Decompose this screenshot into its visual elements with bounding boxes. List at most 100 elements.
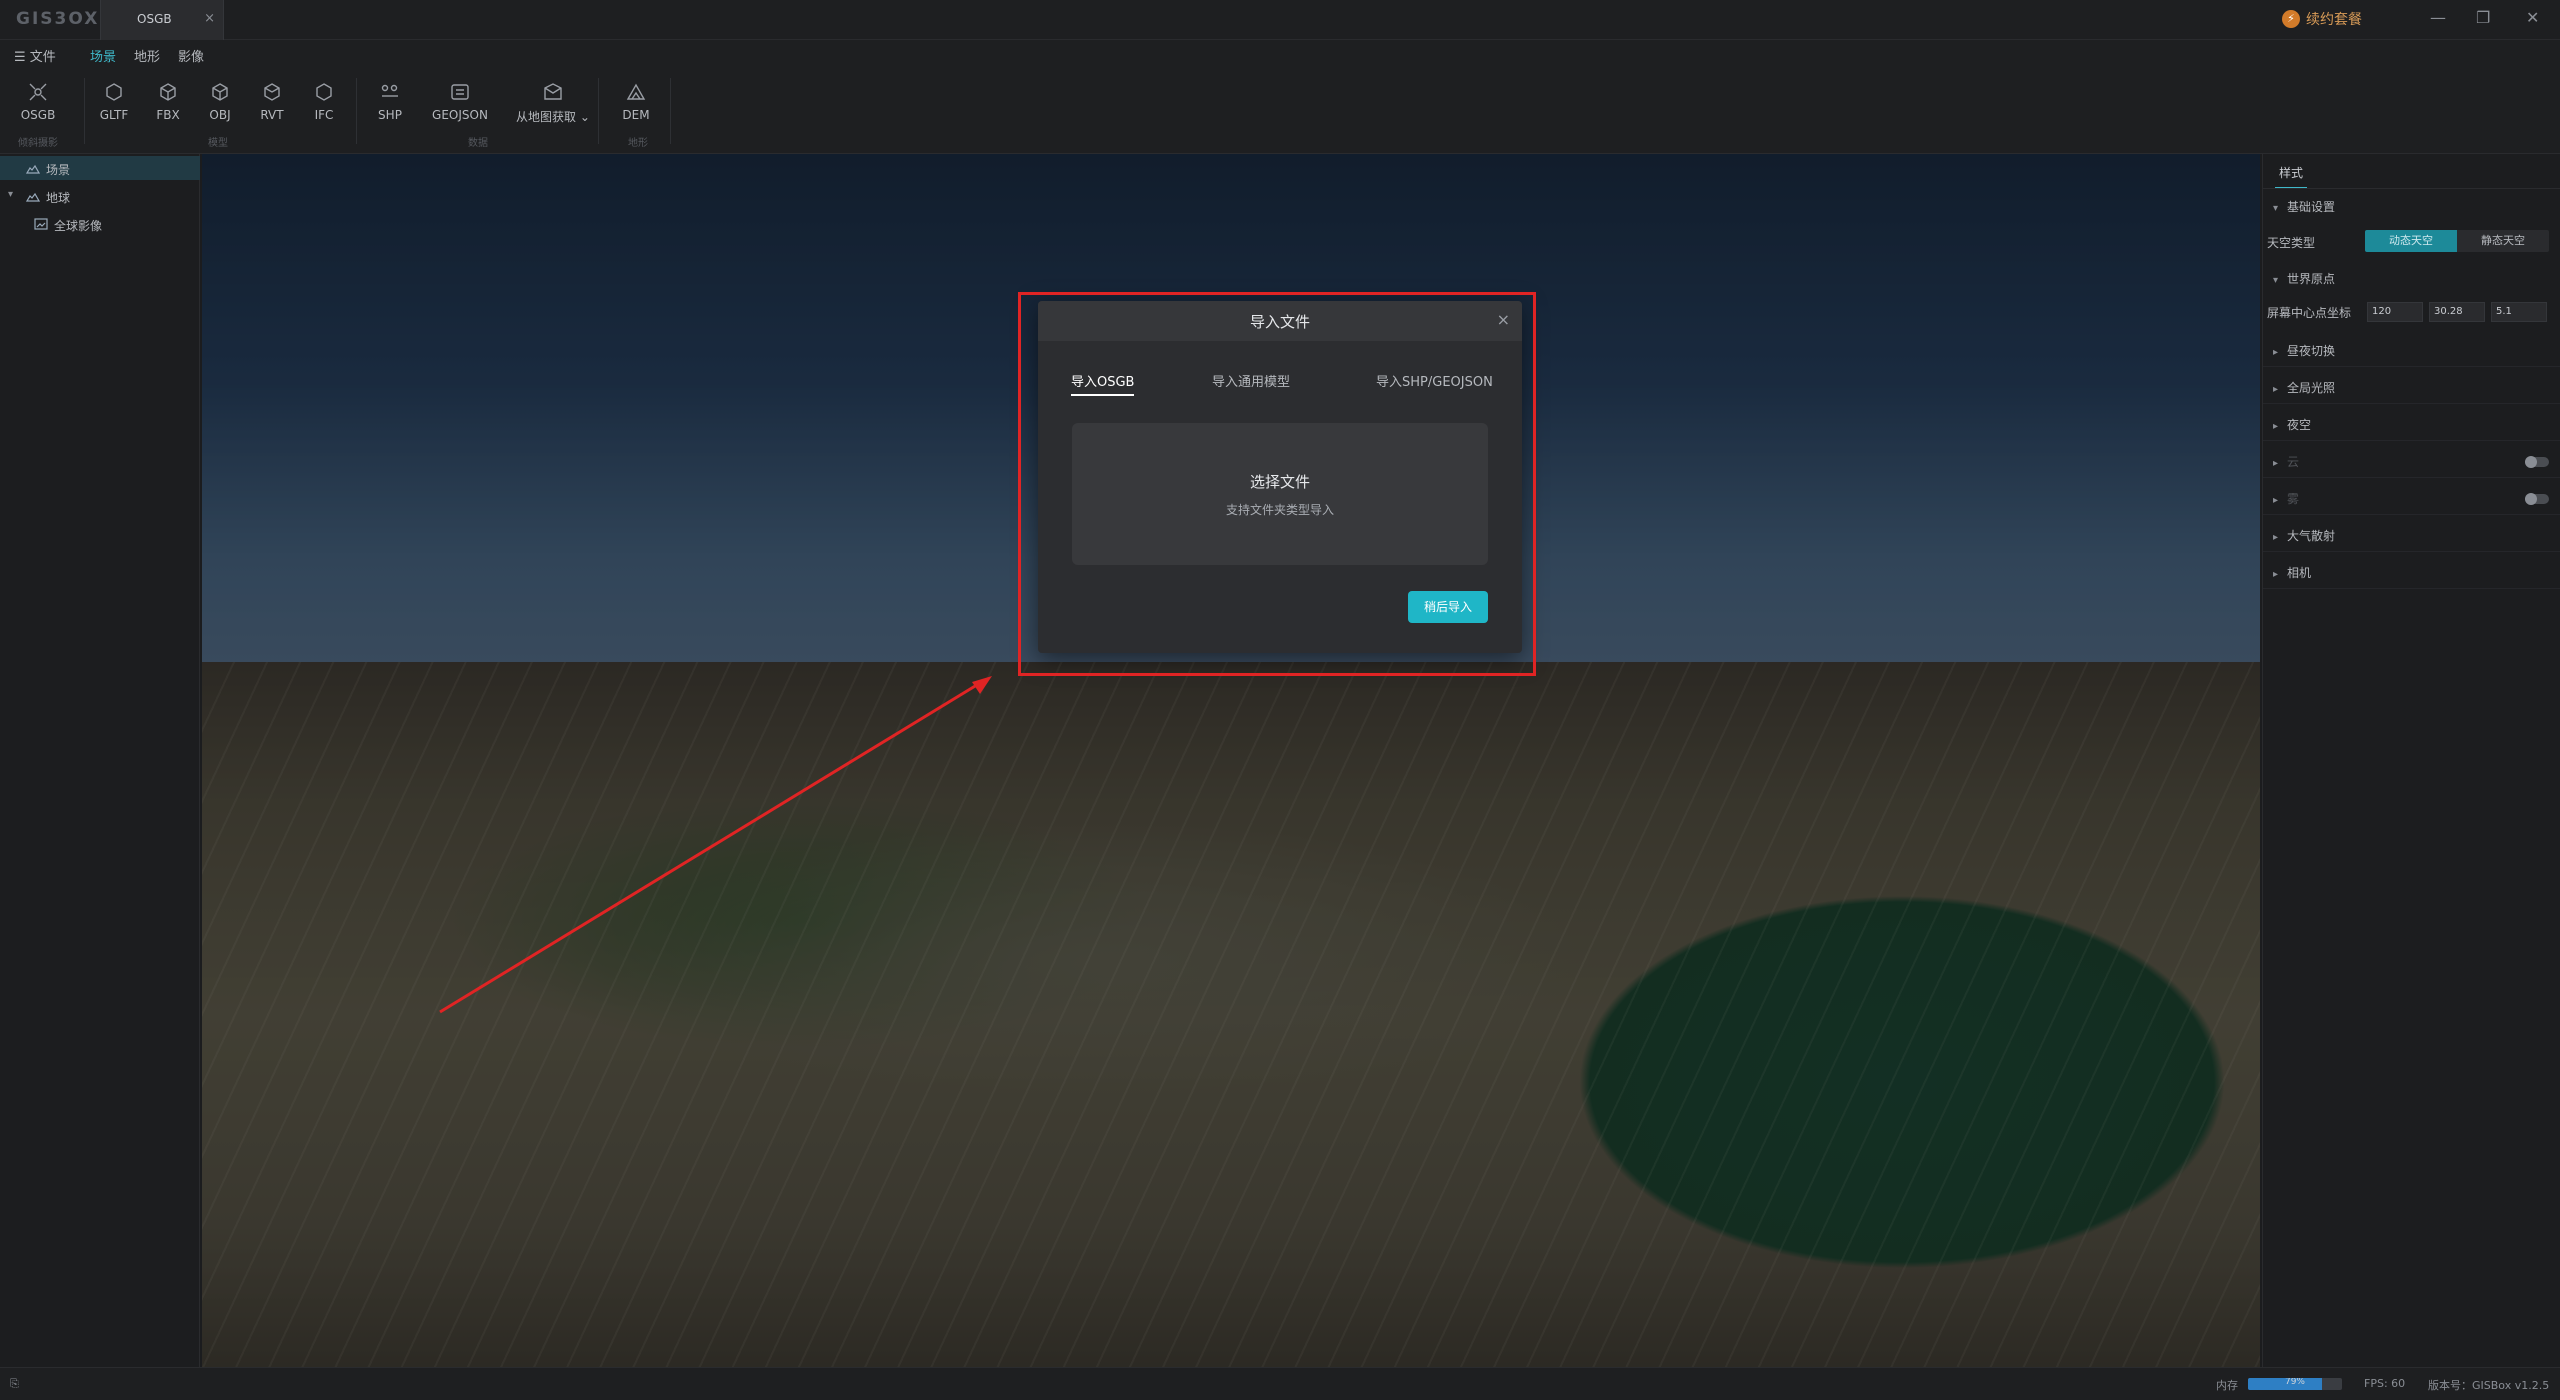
annotation-highlight-box (1018, 292, 1536, 676)
menu-file[interactable]: ☰ 文件 (14, 46, 56, 65)
minimize-icon[interactable]: — (2430, 8, 2446, 27)
section-day-night[interactable]: ▸ 昼夜切换 (2273, 342, 2335, 359)
rvt-button[interactable]: RVT (246, 82, 298, 122)
caret-down-icon: ▾ (2273, 203, 2279, 214)
longitude-input[interactable]: 120 (2367, 302, 2423, 322)
gltf-icon (106, 83, 122, 101)
section-fog[interactable]: ▸ 雾 (2273, 490, 2299, 507)
option-static-sky[interactable]: 静态天空 (2457, 230, 2549, 252)
memory-usage-percent: 79% (2284, 1378, 2305, 1387)
osgb-label: OSGB (20, 108, 56, 122)
caret-right-icon: ▸ (2273, 532, 2279, 543)
option-dynamic-sky[interactable]: 动态天空 (2365, 230, 2457, 252)
imagery-icon (34, 218, 48, 230)
tree-item-global-imagery[interactable]: 全球影像 (0, 212, 200, 236)
ribbon-separator (670, 78, 671, 144)
osgb-icon (29, 83, 47, 101)
close-window-icon[interactable]: ✕ (2526, 8, 2539, 27)
expand-caret-icon[interactable]: ▾ (8, 189, 13, 200)
geojson-button[interactable]: GEOJSON (424, 82, 496, 122)
ribbon-toolbar: OSGB 倾斜摄影 GLTF FBX OBJ RVT IFC 模型 SHP GE… (0, 68, 2560, 154)
shp-label: SHP (378, 108, 402, 122)
sky-type-toggle[interactable]: 动态天空 静态天空 (2365, 230, 2549, 252)
caret-right-icon: ▸ (2273, 421, 2279, 432)
obj-button[interactable]: OBJ (194, 82, 246, 122)
ifc-icon (316, 83, 332, 101)
section-camera[interactable]: ▸ 相机 (2273, 564, 2311, 581)
divider (2263, 477, 2560, 478)
chevron-down-icon: ⌄ (576, 110, 590, 124)
menu-scene[interactable]: 场景 (90, 46, 117, 71)
document-tab[interactable]: OSGB × (100, 0, 224, 40)
section-night-sky[interactable]: ▸ 夜空 (2273, 416, 2311, 433)
status-bar: ⎘ 内存 79% FPS: 60 版本号：GISBox v1.2.5 (0, 1367, 2560, 1400)
caret-down-icon: ▾ (2273, 275, 2279, 286)
divider (2263, 188, 2560, 189)
title-bar: GIS3OX OSGB × ⚡ 续约套餐 — ❐ ✕ (0, 0, 2560, 40)
close-tab-icon[interactable]: × (204, 11, 215, 26)
divider (2263, 588, 2560, 589)
caret-right-icon: ▸ (2273, 569, 2279, 580)
tree-item-earth[interactable]: ▾ 地球 (0, 184, 200, 208)
group-label-data: 数据 (468, 138, 488, 149)
dem-button[interactable]: DEM (610, 82, 662, 122)
caret-right-icon: ▸ (2273, 458, 2279, 469)
osgb-button[interactable]: OSGB (12, 82, 64, 122)
height-input[interactable]: 5.1 (2491, 302, 2547, 322)
shp-button[interactable]: SHP (364, 82, 416, 122)
cloud-toggle[interactable] (2525, 456, 2549, 468)
scene-icon (26, 164, 40, 174)
section-world-origin[interactable]: ▾ 世界原点 (2273, 270, 2335, 287)
rvt-icon (264, 83, 280, 101)
app-logo: GIS3OX (16, 9, 100, 29)
geojson-icon (451, 84, 469, 100)
group-label-terrain: 地形 (628, 138, 648, 149)
fbx-button[interactable]: FBX (142, 82, 194, 122)
earth-icon (26, 192, 40, 202)
divider (2263, 403, 2560, 404)
menu-terrain[interactable]: 地形 (134, 46, 160, 65)
ribbon-separator (598, 78, 599, 144)
section-cloud[interactable]: ▸ 云 (2273, 453, 2299, 470)
caret-right-icon: ▸ (2273, 384, 2279, 395)
layer-tree-panel: 场景 ▾ 地球 全球影像 (0, 154, 200, 1367)
document-tab-label: OSGB (137, 12, 172, 26)
group-label-oblique: 倾斜摄影 (18, 138, 58, 149)
restore-icon[interactable]: ❐ (2476, 8, 2490, 27)
divider (2263, 551, 2560, 552)
tree-item-scene[interactable]: 场景 (0, 156, 200, 180)
from-map-button[interactable]: 从地图获取 ⌄ (514, 82, 592, 125)
ifc-label: IFC (314, 108, 334, 122)
caret-right-icon: ▸ (2273, 495, 2279, 506)
gltf-label: GLTF (99, 108, 129, 122)
gltf-button[interactable]: GLTF (88, 82, 140, 122)
dem-label: DEM (622, 108, 650, 122)
latitude-input[interactable]: 30.28 (2429, 302, 2485, 322)
section-atmosphere[interactable]: ▸ 大气散射 (2273, 527, 2335, 544)
properties-panel: 样式 ▾ 基础设置 天空类型 动态天空 静态天空 ▾ 世界原点 屏幕中心点坐标 12… (2262, 154, 2560, 1367)
status-icon[interactable]: ⎘ (10, 1377, 19, 1391)
tree-item-label: 地球 (46, 191, 71, 205)
dem-icon (626, 83, 646, 100)
geojson-label: GEOJSON (432, 108, 488, 122)
ifc-button[interactable]: IFC (298, 82, 350, 122)
envelope-icon (544, 83, 562, 100)
fog-toggle[interactable] (2525, 493, 2549, 505)
from-map-label: 从地图获取 (516, 110, 577, 124)
shp-icon (381, 84, 398, 97)
divider (2263, 514, 2560, 515)
menu-imagery[interactable]: 影像 (178, 46, 204, 65)
divider (2263, 440, 2560, 441)
tree-item-label: 全球影像 (54, 219, 103, 233)
renew-plan-label: 续约套餐 (2306, 12, 2362, 28)
renew-plan-button[interactable]: ⚡ 续约套餐 (2282, 9, 2362, 29)
divider (2263, 366, 2560, 367)
group-label-model: 模型 (208, 138, 228, 149)
lightning-icon: ⚡ (2282, 10, 2300, 28)
ribbon-separator (84, 78, 85, 144)
rvt-label: RVT (260, 108, 284, 122)
section-basic-settings[interactable]: ▾ 基础设置 (2273, 198, 2335, 215)
menu-bar: ☰ 文件 场景 地形 影像 (0, 40, 2560, 71)
section-global-light[interactable]: ▸ 全局光照 (2273, 379, 2335, 396)
tab-style[interactable]: 样式 (2274, 164, 2308, 189)
